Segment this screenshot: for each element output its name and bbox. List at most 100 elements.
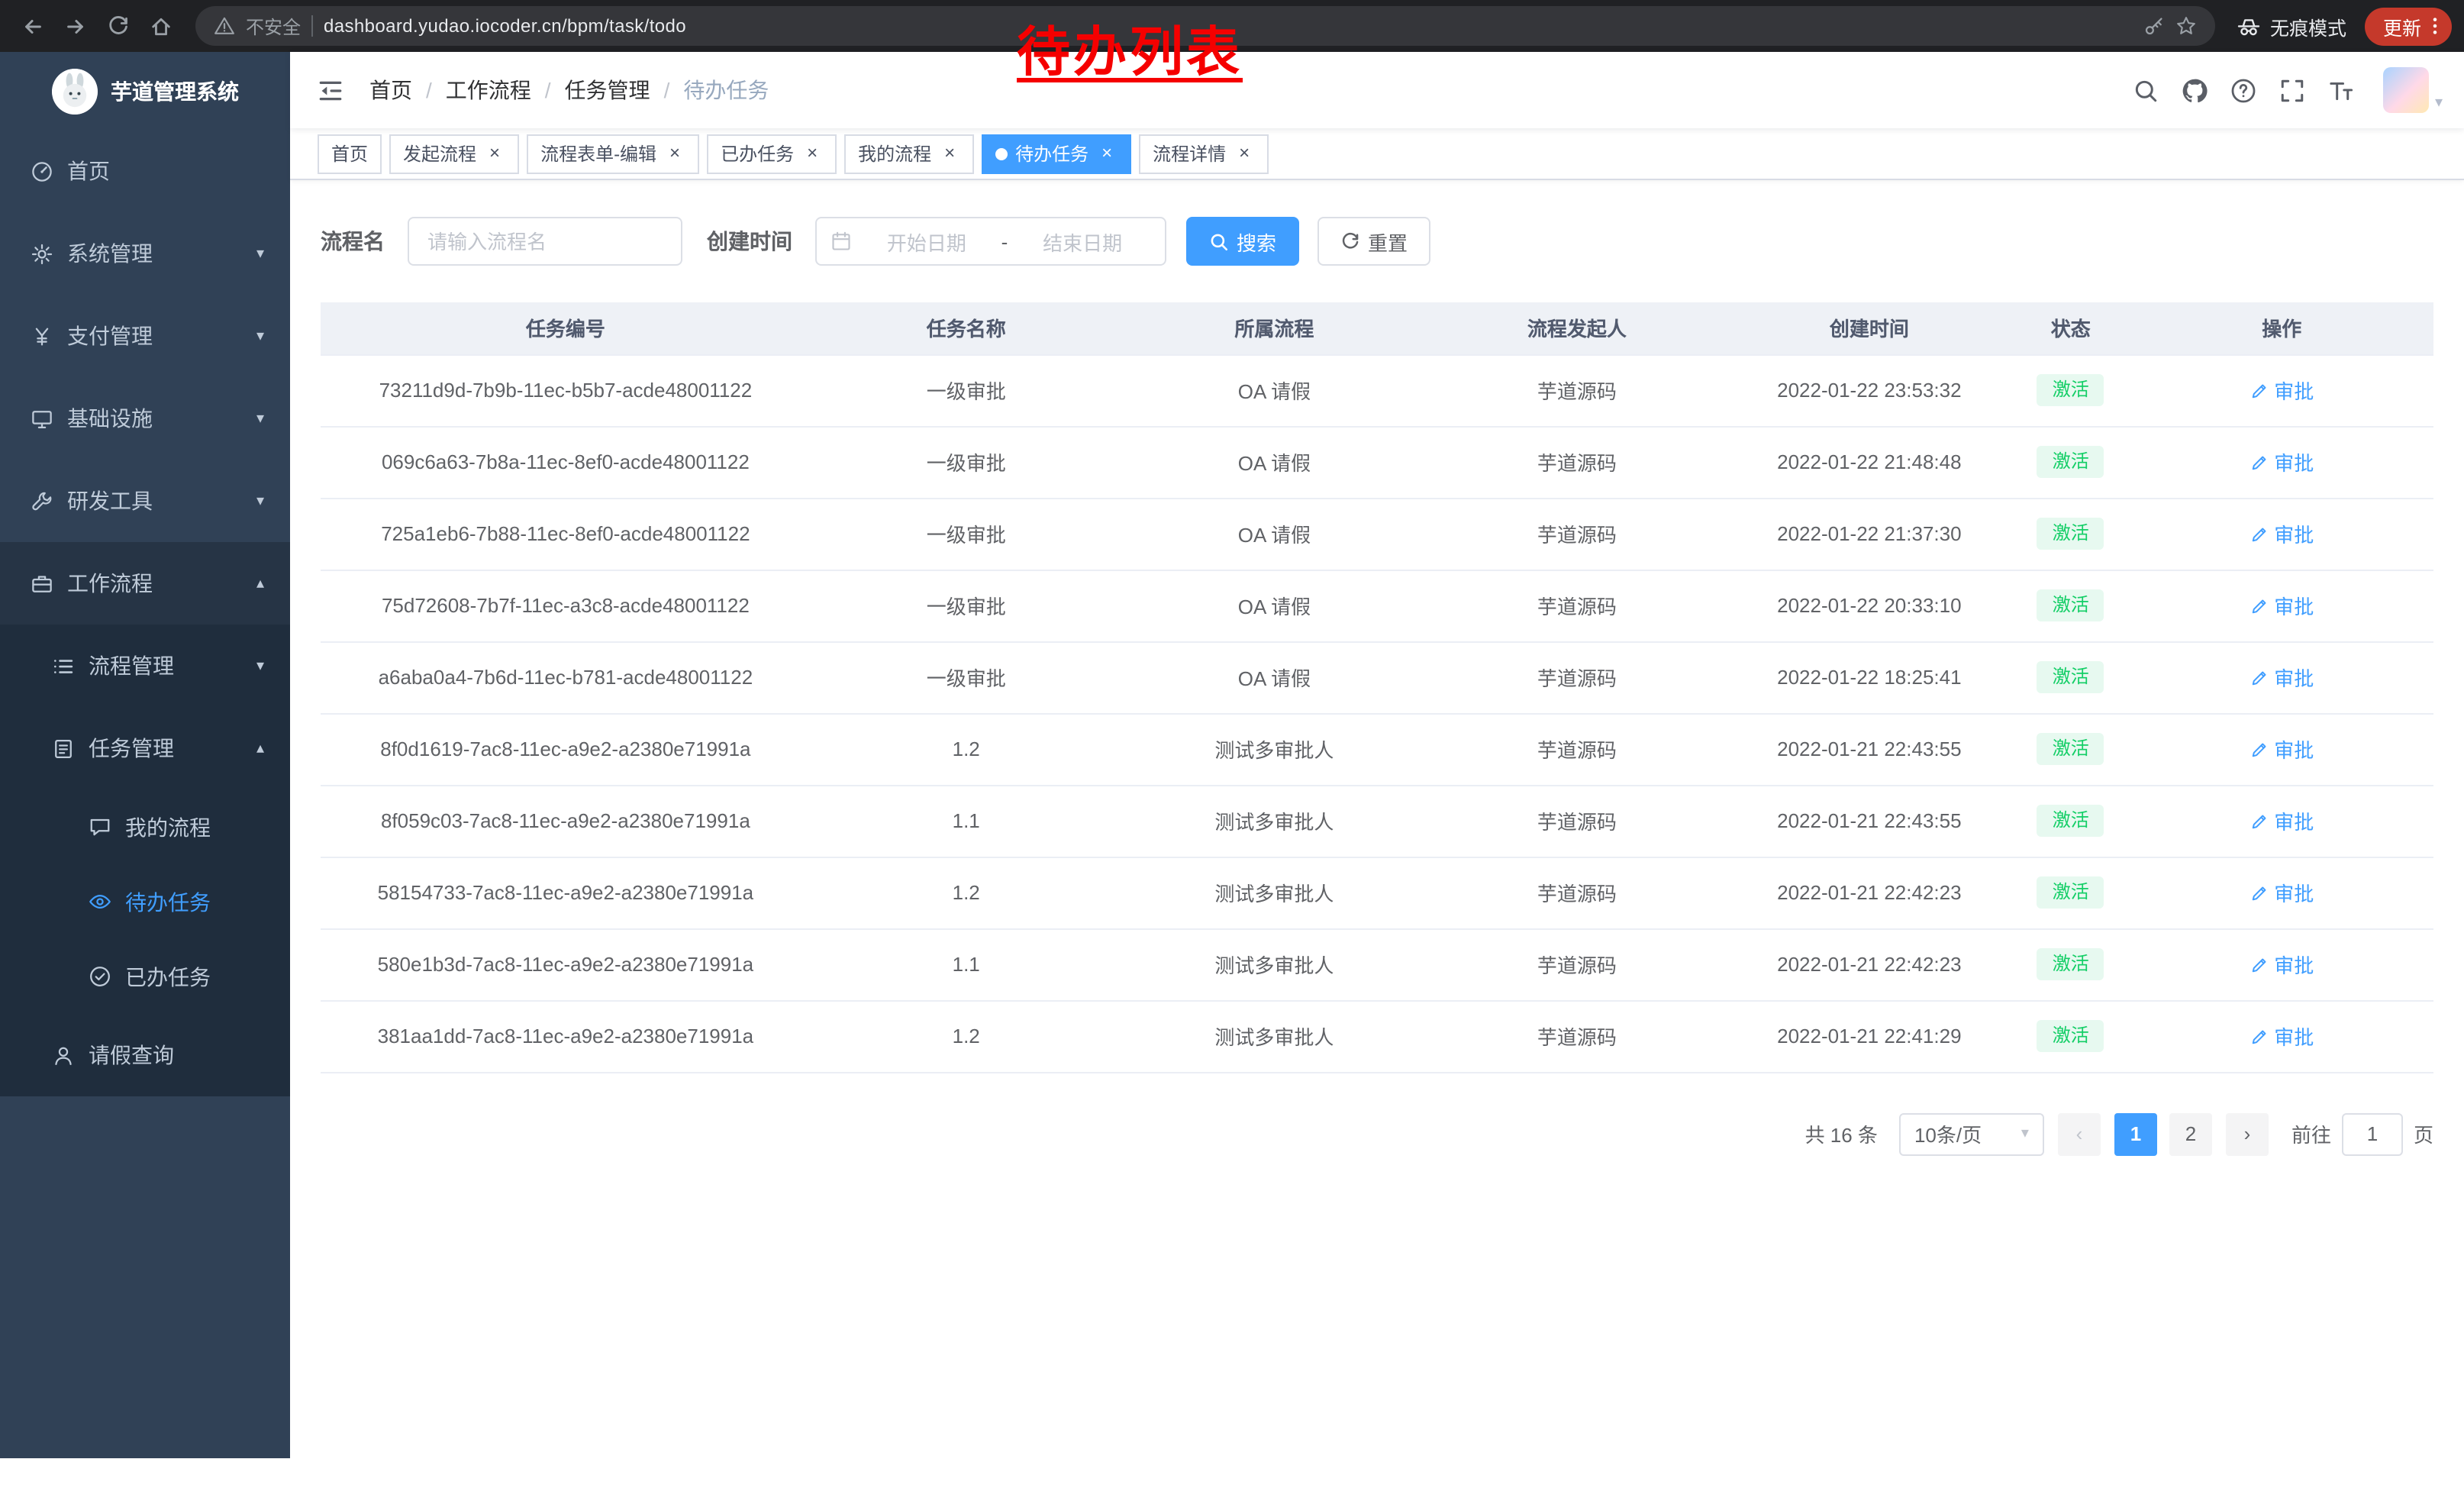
date-range-picker[interactable]: 开始日期 - 结束日期 [815,217,1166,266]
tab-form-edit[interactable]: 流程表单-编辑 × [527,134,699,173]
logo[interactable]: 芋道管理系统 [0,52,290,130]
chevron-down-icon: ▾ [256,657,264,674]
close-icon[interactable]: × [1096,143,1118,164]
close-icon[interactable]: × [939,143,960,164]
tab-home[interactable]: 首页 [318,134,382,173]
table-row: 8f0d1619-7ac8-11ec-a9e2-a2380e71991a1.2测… [321,713,2433,785]
approve-link[interactable]: 审批 [2250,950,2314,979]
search-icon[interactable] [2133,77,2159,103]
cell-initiator: 芋道源码 [1427,785,1727,857]
sidebar-collapse-button[interactable] [290,52,369,128]
cell-task-name: 一级审批 [811,498,1122,570]
app-shell: 芋道管理系统 首页系统管理▾支付管理▾基础设施▾研发工具▾工作流程▴流程管理▾任… [0,52,2464,1458]
process-name-input[interactable] [408,217,682,266]
sidebar-item-workflow[interactable]: 工作流程▴ [0,542,290,625]
approve-link[interactable]: 审批 [2250,878,2314,907]
refresh-icon [1340,231,1360,251]
sidebar-item-task-mgmt[interactable]: 任务管理▴ [0,707,290,789]
breadcrumb-item[interactable]: 工作流程 [446,75,531,105]
sidebar-item-label: 支付管理 [67,321,153,351]
approve-link[interactable]: 审批 [2250,591,2314,620]
bookmark-star-icon[interactable] [2175,15,2197,37]
sidebar-item-leave-query[interactable]: 请假查询 [0,1014,290,1096]
help-icon[interactable] [2230,77,2256,103]
cell-initiator: 芋道源码 [1427,641,1727,713]
address-bar[interactable]: 不安全 dashboard.yudao.iocoder.cn/bpm/task/… [195,6,2215,46]
page-button-2[interactable]: 2 [2169,1112,2212,1155]
close-icon[interactable]: × [484,143,505,164]
approve-link[interactable]: 审批 [2250,447,2314,476]
cell-task-name: 一级审批 [811,426,1122,498]
browser-update-button[interactable]: 更新 [2365,7,2452,45]
browser-refresh-button[interactable] [98,6,137,46]
reset-button[interactable]: 重置 [1317,217,1430,266]
kebab-menu-icon[interactable] [2424,15,2446,37]
prev-page-button[interactable]: ‹ [2058,1112,2101,1155]
key-icon[interactable] [2143,15,2165,37]
tab-process-detail[interactable]: 流程详情× [1139,134,1269,173]
approve-link[interactable]: 审批 [2250,1022,2314,1051]
close-icon[interactable]: × [664,143,685,164]
column-header: 创建时间 [1727,302,2012,354]
next-page-button[interactable]: › [2226,1112,2269,1155]
edit-icon [2250,955,2268,973]
close-icon[interactable]: × [1234,143,1255,164]
font-size-icon[interactable] [2328,77,2354,103]
sidebar-item-label: 首页 [67,156,110,186]
sidebar-item-todo-tasks[interactable]: 待办任务 [0,864,290,939]
user-menu[interactable]: ▾ [2383,67,2443,113]
browser-home-button[interactable] [140,6,180,46]
sidebar-item-label: 工作流程 [67,568,153,599]
forward-arrow-icon [63,15,86,37]
tags-view: 首页发起流程×流程表单-编辑×已办任务×我的流程×待办任务×流程详情× [290,128,2464,180]
github-icon[interactable] [2182,77,2208,103]
status-badge: 激活 [2037,590,2104,621]
edit-icon [2250,883,2268,902]
sidebar-item-system[interactable]: 系统管理▾ [0,212,290,295]
tab-todo-tasks[interactable]: 待办任务× [982,134,1131,173]
browser-forward-button[interactable] [55,6,95,46]
sidebar-item-payment[interactable]: 支付管理▾ [0,295,290,377]
table-row: 580e1b3d-7ac8-11ec-a9e2-a2380e71991a1.1测… [321,928,2433,1000]
warning-icon [214,15,235,37]
cell-task-id: 8f0d1619-7ac8-11ec-a9e2-a2380e71991a [321,713,811,785]
breadcrumb-item: 待办任务 [683,75,769,105]
goto-page-input[interactable] [2342,1112,2403,1155]
url-text: dashboard.yudao.iocoder.cn/bpm/task/todo [324,15,686,37]
calendar-icon [830,231,852,252]
sidebar-item-label: 流程管理 [89,650,174,681]
cell-task-id: 58154733-7ac8-11ec-a9e2-a2380e71991a [321,857,811,928]
cell-initiator: 芋道源码 [1427,498,1727,570]
close-icon[interactable]: × [801,143,823,164]
approve-link[interactable]: 审批 [2250,519,2314,548]
sidebar-item-home[interactable]: 首页 [0,130,290,212]
cell-process: 测试多审批人 [1122,713,1427,785]
cell-process: OA 请假 [1122,641,1427,713]
sidebar-item-process-mgmt[interactable]: 流程管理 ▾ [0,625,290,707]
sidebar-item-my-process[interactable]: 我的流程 [0,789,290,864]
fullscreen-icon[interactable] [2279,77,2305,103]
tab-label: 流程表单-编辑 [540,140,656,166]
approve-link[interactable]: 审批 [2250,663,2314,692]
sidebar-item-devtools[interactable]: 研发工具▾ [0,460,290,542]
cell-initiator: 芋道源码 [1427,1000,1727,1072]
tab-start-process[interactable]: 发起流程× [389,134,519,173]
edit-icon [2250,740,2268,758]
search-button[interactable]: 搜索 [1186,217,1299,266]
approve-link[interactable]: 审批 [2250,806,2314,835]
todo-task-table: 任务编号任务名称所属流程流程发起人创建时间状态操作 73211d9d-7b9b-… [321,302,2433,1073]
breadcrumb-item[interactable]: 任务管理 [565,75,650,105]
page-size-select[interactable]: 10条/页 ▾ [1899,1112,2044,1155]
approve-link[interactable]: 审批 [2250,734,2314,763]
goto-label: 前往 [2291,1119,2331,1148]
page-button-1[interactable]: 1 [2114,1112,2157,1155]
tab-my-process[interactable]: 我的流程× [844,134,974,173]
breadcrumb-item[interactable]: 首页 [369,75,412,105]
gear-icon [31,242,53,265]
browser-back-button[interactable] [12,6,52,46]
tab-done-tasks[interactable]: 已办任务× [707,134,837,173]
sidebar-item-infra[interactable]: 基础设施▾ [0,377,290,460]
sidebar-item-done-tasks[interactable]: 已办任务 [0,939,290,1014]
approve-link[interactable]: 审批 [2250,376,2314,405]
cell-create-time: 2022-01-22 21:37:30 [1727,498,2012,570]
